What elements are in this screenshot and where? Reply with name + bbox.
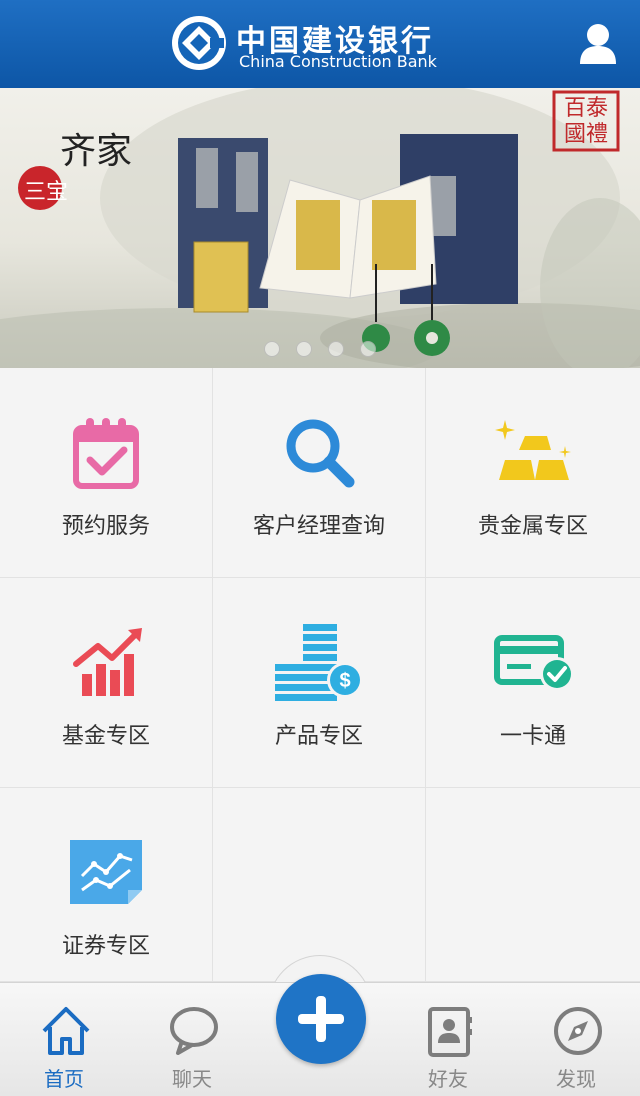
service-label: 基金专区: [61, 724, 150, 749]
banner-dot-4[interactable]: [360, 341, 376, 357]
service-one-card[interactable]: 一卡通: [426, 578, 640, 788]
banner-seal-text: 百泰國禮: [563, 96, 608, 147]
service-manager-query[interactable]: 客户经理查询: [213, 368, 426, 578]
contacts-icon: [428, 1007, 472, 1057]
tab-chat[interactable]: 聊天: [132, 983, 252, 1096]
bank-logo: 中国建设银行 China Construction Bank: [170, 14, 470, 74]
promo-banner[interactable]: 齐家 三宝 百泰國禮: [0, 88, 640, 368]
search-icon: [286, 419, 355, 488]
svg-text:$: $: [339, 670, 350, 692]
empty-cell: [426, 788, 640, 982]
service-grid: 预约服务 客户经理查询 贵金属专区 基金专区 $ 产品专区 一卡通 证券专区: [0, 368, 640, 982]
line-chart-icon: [70, 840, 142, 904]
service-securities[interactable]: 证券专区: [0, 788, 213, 982]
plus-icon[interactable]: [276, 974, 366, 1064]
banner-brand-text: 齐家: [60, 131, 133, 172]
service-precious-metal[interactable]: 贵金属专区: [426, 368, 640, 578]
service-label: 证券专区: [61, 934, 150, 959]
compass-icon: [554, 1007, 602, 1055]
card-check-icon: [494, 635, 574, 691]
service-product[interactable]: $ 产品专区: [213, 578, 426, 788]
gold-bars-icon: [495, 420, 571, 480]
service-label: 客户经理查询: [252, 514, 385, 539]
tab-label: 发现: [556, 1067, 596, 1091]
bank-name-en: China Construction Bank: [239, 52, 437, 71]
tab-label: 聊天: [172, 1067, 212, 1091]
calendar-check-icon: [73, 418, 139, 489]
tab-label: 好友: [428, 1067, 468, 1091]
tab-label: 首页: [44, 1067, 84, 1091]
service-label: 产品专区: [274, 724, 363, 749]
bar-chart-trend-icon: [73, 628, 142, 696]
service-label: 预约服务: [61, 514, 150, 539]
home-icon: [42, 1007, 90, 1055]
app-header: 中国建设银行 China Construction Bank: [0, 0, 640, 88]
user-icon[interactable]: [578, 22, 618, 66]
empty-cell: [213, 788, 426, 982]
banner-dot-1[interactable]: [264, 341, 280, 357]
coin-stack-icon: $: [275, 624, 363, 701]
ccb-logo-icon: [172, 16, 226, 70]
banner-dot-2[interactable]: [296, 341, 312, 357]
tab-home[interactable]: 首页: [4, 983, 124, 1096]
service-appointment[interactable]: 预约服务: [0, 368, 213, 578]
service-fund[interactable]: 基金专区: [0, 578, 213, 788]
service-label: 一卡通: [499, 724, 566, 749]
tab-discover[interactable]: 发现: [516, 983, 636, 1096]
banner-pagination: [264, 341, 376, 357]
tab-friends[interactable]: 好友: [388, 983, 508, 1096]
service-label: 贵金属专区: [477, 514, 588, 539]
banner-dot-3[interactable]: [328, 341, 344, 357]
chat-bubble-icon: [170, 1007, 218, 1055]
banner-badge-text: 三宝: [24, 180, 69, 205]
